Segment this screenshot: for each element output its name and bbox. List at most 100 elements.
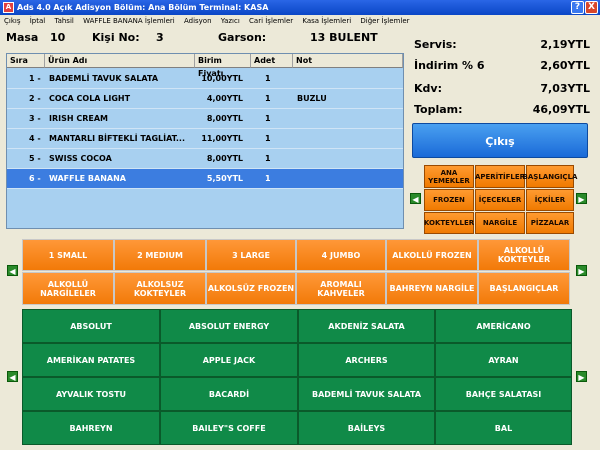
- servis-label: Servis:: [414, 38, 457, 51]
- col-header-urun[interactable]: Ürün Adı: [45, 54, 195, 68]
- product-apple-jack[interactable]: APPLE JACK: [160, 343, 298, 377]
- groups-left-arrow-icon[interactable]: ◀: [7, 265, 18, 276]
- indirim-value: 2,60YTL: [540, 59, 590, 72]
- category-left-arrow-icon[interactable]: ◀: [410, 193, 421, 204]
- row-index: 5 -: [29, 154, 41, 163]
- order-info-bar: Masa 10 Kişi No: 3 Garson: 13 BULENT: [0, 28, 410, 50]
- table-row[interactable]: 5 - SWISS COCOA 8,00YTL 1: [7, 149, 403, 169]
- group-baslangiclar[interactable]: BAŞLANGIÇLAR: [478, 272, 570, 305]
- help-button[interactable]: ?: [571, 1, 584, 14]
- table-row[interactable]: 1 - BADEMLİ TAVUK SALATA 10,00YTL 1: [7, 69, 403, 89]
- menu-item-iptal[interactable]: İptal: [30, 17, 46, 25]
- products-left-arrow-icon[interactable]: ◀: [7, 371, 18, 382]
- category-icecekler[interactable]: İÇECEKLER: [475, 189, 525, 211]
- row-price: 8,00YTL: [206, 154, 243, 163]
- col-header-adet[interactable]: Adet: [251, 54, 293, 68]
- product-bahreyn[interactable]: BAHREYN: [22, 411, 160, 445]
- masa-value: 10: [50, 31, 66, 44]
- toplam-value: 46,09YTL: [532, 103, 590, 116]
- order-table[interactable]: Sıra Ürün Adı Birim Fiyatı Adet Not 1 - …: [6, 53, 404, 229]
- table-row[interactable]: 2 - COCA COLA LIGHT 4,00YTL 1 BUZLU: [7, 89, 403, 109]
- row-product: COCA COLA LIGHT: [49, 94, 131, 103]
- group-alkollu-kokteyler[interactable]: ALKOLLÜ KOKTEYLER: [478, 239, 570, 271]
- row-index: 2 -: [29, 94, 41, 103]
- masa-label: Masa: [6, 31, 39, 44]
- product-absolut-energy[interactable]: ABSOLUT ENERGY: [160, 309, 298, 343]
- table-row-selected[interactable]: 6 - WAFFLE BANANA 5,50YTL 1: [7, 169, 403, 189]
- group-alkollu-frozen[interactable]: ALKOLLÜ FROZEN: [386, 239, 478, 271]
- product-bademli-tavuk-salata[interactable]: BADEMLİ TAVUK SALATA: [298, 377, 435, 411]
- group-3-large[interactable]: 3 LARGE: [206, 239, 296, 271]
- groups-panel: ◀ 1 SMALL 2 MEDIUM 3 LARGE 4 JUMBO ALKOL…: [0, 236, 594, 308]
- row-index: 1 -: [29, 74, 41, 83]
- category-pizzalar[interactable]: PİZZALAR: [526, 212, 574, 234]
- row-qty: 1: [265, 174, 271, 183]
- menu-item-cikis[interactable]: Çıkış: [4, 17, 20, 25]
- category-right-arrow-icon[interactable]: ▶: [576, 193, 587, 204]
- kdv-label: Kdv:: [414, 82, 442, 95]
- menu-item-yazici[interactable]: Yazıcı: [221, 17, 240, 25]
- product-americano[interactable]: AMERİCANO: [435, 309, 572, 343]
- group-4-jumbo[interactable]: 4 JUMBO: [296, 239, 386, 271]
- category-kokteyller[interactable]: KOKTEYLLER: [424, 212, 474, 234]
- group-bahreyn-nargile[interactable]: BAHREYN NARGİLE: [386, 272, 478, 305]
- group-alkolsuz-kokteyler[interactable]: ALKOLSUZ KOKTEYLER: [114, 272, 206, 305]
- row-product: SWISS COCOA: [49, 154, 112, 163]
- products-right-arrow-icon[interactable]: ▶: [576, 371, 587, 382]
- category-ickiler[interactable]: İÇKİLER: [526, 189, 574, 211]
- toplam-label: Toplam:: [414, 103, 463, 116]
- garson-value: 13 BULENT: [310, 31, 378, 44]
- row-qty: 1: [265, 154, 271, 163]
- row-product: WAFFLE BANANA: [49, 174, 126, 183]
- product-ayran[interactable]: AYRAN: [435, 343, 572, 377]
- table-row[interactable]: 4 - MANTARLI BİFTEKLİ TAGLİAT... 11,00YT…: [7, 129, 403, 149]
- groups-right-arrow-icon[interactable]: ▶: [576, 265, 587, 276]
- row-index: 6 -: [29, 174, 41, 183]
- category-frozen[interactable]: FROZEN: [424, 189, 474, 211]
- row-index: 4 -: [29, 134, 41, 143]
- menu-item-product-ops[interactable]: WAFFLE BANANA İşlemleri: [83, 17, 175, 25]
- exit-button[interactable]: Çıkış: [412, 123, 588, 158]
- product-ayvalik-tostu[interactable]: AYVALIK TOSTU: [22, 377, 160, 411]
- col-header-not[interactable]: Not: [293, 54, 403, 68]
- row-price: 10,00YTL: [201, 74, 243, 83]
- close-button[interactable]: X: [585, 1, 598, 14]
- col-header-fiyat[interactable]: Birim Fiyatı: [195, 54, 251, 78]
- product-bahce-salatasi[interactable]: BAHÇE SALATASI: [435, 377, 572, 411]
- group-2-medium[interactable]: 2 MEDIUM: [114, 239, 206, 271]
- menu-item-cari[interactable]: Cari İşlemler: [249, 17, 293, 25]
- products-panel: ◀ ABSOLUT ABSOLUT ENERGY AKDENİZ SALATA …: [0, 307, 594, 445]
- col-header-sira[interactable]: Sıra: [7, 54, 45, 68]
- kisi-value: 3: [156, 31, 164, 44]
- menu-item-adisyon[interactable]: Adisyon: [184, 17, 212, 25]
- product-baileys[interactable]: BAİLEYS: [298, 411, 435, 445]
- category-nargile[interactable]: NARGİLE: [475, 212, 525, 234]
- group-alkolsuz-frozen[interactable]: ALKOLSÜZ FROZEN: [206, 272, 296, 305]
- menu-item-tahsil[interactable]: Tahsil: [54, 17, 73, 25]
- product-bacardi[interactable]: BACARDİ: [160, 377, 298, 411]
- product-akdeniz-salata[interactable]: AKDENİZ SALATA: [298, 309, 435, 343]
- product-archers[interactable]: ARCHERS: [298, 343, 435, 377]
- product-bal[interactable]: BAL: [435, 411, 572, 445]
- product-baileys-coffe[interactable]: BAILEY"S COFFE: [160, 411, 298, 445]
- app-icon: A: [3, 2, 14, 13]
- category-ana-yemekler[interactable]: ANA YEMEKLER: [424, 165, 474, 188]
- kdv-value: 7,03YTL: [540, 82, 590, 95]
- row-price: 8,00YTL: [206, 114, 243, 123]
- row-qty: 1: [265, 94, 271, 103]
- totals-panel: Servis: 2,19YTL İndirim % 6 2,60YTL Kdv:…: [412, 30, 594, 122]
- category-aperitifler[interactable]: APERİTİFLER: [475, 165, 525, 188]
- row-product: MANTARLI BİFTEKLİ TAGLİAT...: [49, 134, 186, 143]
- menu-item-diger[interactable]: Diğer İşlemler: [360, 17, 409, 25]
- kisi-label: Kişi No:: [92, 31, 140, 44]
- group-aromali-kahveler[interactable]: AROMALI KAHVELER: [296, 272, 386, 305]
- category-baslangicla[interactable]: BAŞLANGIÇLA: [523, 165, 577, 188]
- group-1-small[interactable]: 1 SMALL: [22, 239, 114, 271]
- table-row[interactable]: 3 - IRISH CREAM 8,00YTL 1: [7, 109, 403, 129]
- menu-item-kasa[interactable]: Kasa İşlemleri: [302, 17, 351, 25]
- product-absolut[interactable]: ABSOLUT: [22, 309, 160, 343]
- group-alkollu-nargileler[interactable]: ALKOLLÜ NARGİLELER: [22, 272, 114, 305]
- servis-value: 2,19YTL: [540, 38, 590, 51]
- row-product: IRISH CREAM: [49, 114, 109, 123]
- product-amerikan-patates[interactable]: AMERİKAN PATATES: [22, 343, 160, 377]
